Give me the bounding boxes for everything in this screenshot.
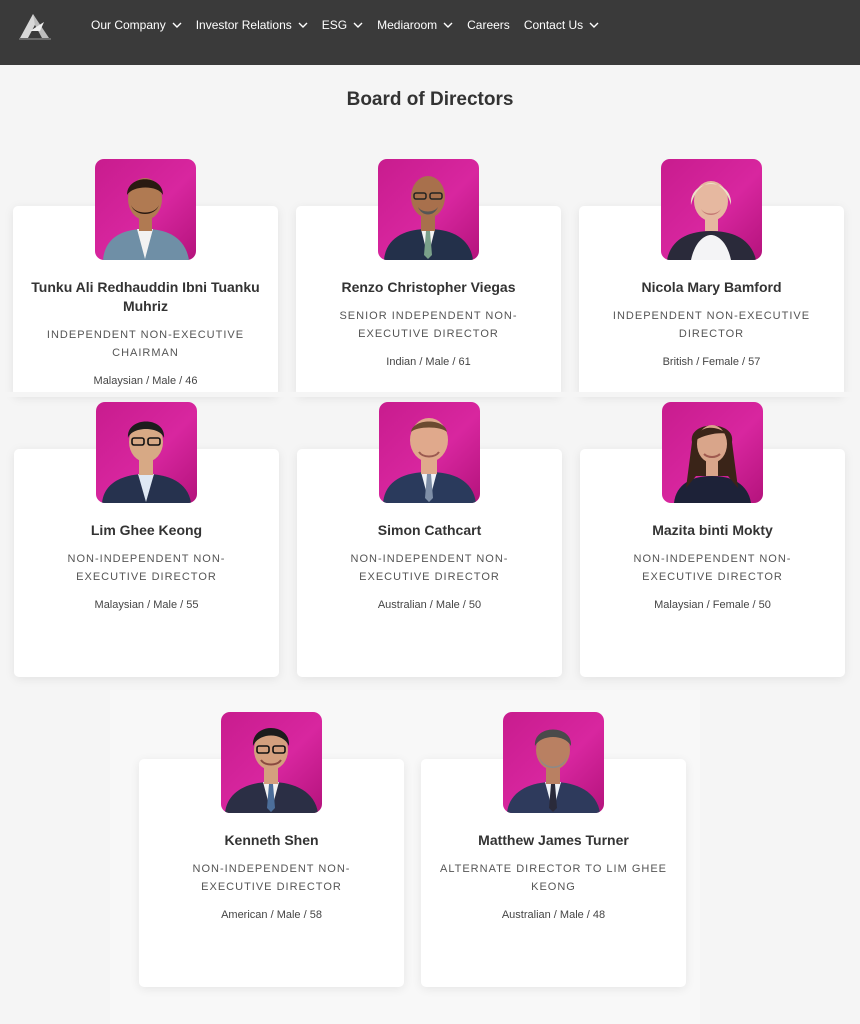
director-meta: Indian / Male / 61 [386,356,471,368]
director-photo [96,402,197,503]
chevron-down-icon [172,22,182,28]
director-meta: American / Male / 58 [221,909,322,921]
director-photo [379,402,480,503]
director-meta: Malaysian / Male / 55 [94,599,199,611]
director-name: Tunku Ali Redhauddin Ibni Tuanku Muhriz [31,279,260,314]
director-role: NON-INDEPENDENT NON-EXECUTIVE DIRECTOR [67,553,226,583]
director-name: Matthew James Turner [478,832,629,848]
director-photo [378,159,479,260]
director-name: Simon Cathcart [377,522,482,538]
nav-contact-us[interactable]: Contact Us [524,18,599,32]
director-role: NON-INDEPENDENT NON-EXECUTIVE DIRECTOR [350,553,509,583]
director-photo [503,712,604,813]
director-card[interactable]: Nicola Mary Bamford INDEPENDENT NON-EXEC… [579,159,844,396]
director-role: ALTERNATE DIRECTOR TO LIM GHEE KEONG [439,863,668,893]
chevron-down-icon [353,22,363,28]
nav-mediaroom[interactable]: Mediaroom [377,18,453,32]
nav-investor-relations[interactable]: Investor Relations [196,18,308,32]
director-meta: Australian / Male / 50 [377,599,482,611]
director-role: INDEPENDENT NON-EXECUTIVE DIRECTOR [612,310,811,340]
director-role: INDEPENDENT NON-EXECUTIVE CHAIRMAN [46,329,245,359]
nav-esg[interactable]: ESG [322,18,363,32]
director-photo [662,402,763,503]
director-card[interactable]: Mazita binti Mokty NON-INDEPENDENT NON-E… [580,402,845,677]
director-meta: Malaysian / Male / 46 [93,375,198,387]
director-meta: British / Female / 57 [662,356,761,368]
director-card[interactable]: Simon Cathcart NON-INDEPENDENT NON-EXECU… [297,402,562,677]
director-role: SENIOR INDEPENDENT NON-EXECUTIVE DIRECTO… [339,310,518,340]
director-photo [661,159,762,260]
director-card[interactable]: Renzo Christopher Viegas SENIOR INDEPEND… [296,159,561,396]
chevron-down-icon [589,22,599,28]
director-card[interactable]: Matthew James Turner ALTERNATE DIRECTOR … [421,712,686,987]
director-name: Mazita binti Mokty [652,522,773,538]
director-photo [95,159,196,260]
nav-our-company[interactable]: Our Company [91,18,182,32]
top-navbar: Our Company Investor Relations ESG Media… [0,0,860,65]
row-divider [0,392,860,397]
director-card[interactable]: Kenneth Shen NON-INDEPENDENT NON-EXECUTI… [139,712,404,987]
director-meta: Australian / Male / 48 [501,909,606,921]
director-photo [221,712,322,813]
director-name: Renzo Christopher Viegas [341,279,516,295]
page-title: Board of Directors [346,89,514,110]
chevron-down-icon [298,22,308,28]
director-name: Kenneth Shen [224,832,319,848]
director-meta: Malaysian / Female / 50 [654,599,771,611]
company-logo[interactable] [16,11,54,41]
director-role: NON-INDEPENDENT NON-EXECUTIVE DIRECTOR [192,863,351,893]
director-name: Lim Ghee Keong [90,522,203,538]
director-name: Nicola Mary Bamford [641,279,782,295]
nav-careers[interactable]: Careers [467,18,510,32]
chevron-down-icon [443,22,453,28]
director-role: NON-INDEPENDENT NON-EXECUTIVE DIRECTOR [633,553,792,583]
director-card[interactable]: Lim Ghee Keong NON-INDEPENDENT NON-EXECU… [14,402,279,677]
director-card[interactable]: Tunku Ali Redhauddin Ibni Tuanku Muhriz … [13,159,278,396]
